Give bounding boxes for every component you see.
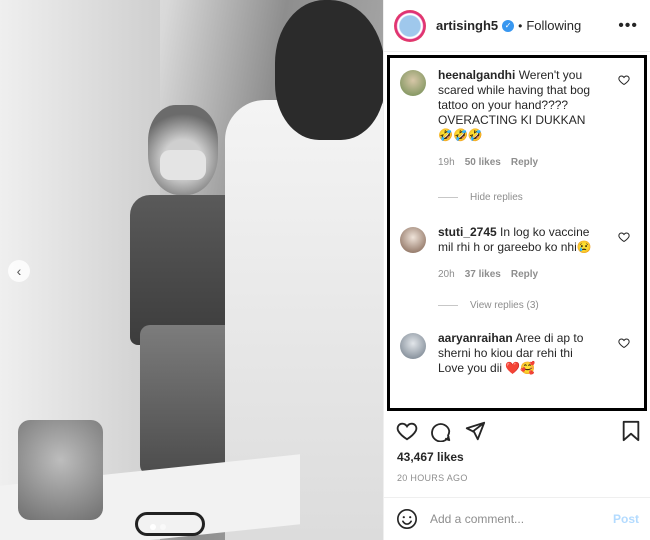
reply-button[interactable]: Reply xyxy=(511,267,538,282)
comments-list[interactable]: heenalgandhi Weren't you scared while ha… xyxy=(387,55,647,411)
reply-button[interactable]: Reply xyxy=(511,155,538,170)
following-button[interactable]: Following xyxy=(526,18,581,33)
like-comment-heart-icon[interactable] xyxy=(618,337,630,349)
author-username[interactable]: artisingh5 xyxy=(436,18,498,33)
commenter-avatar[interactable] xyxy=(400,227,426,253)
commenter-username[interactable]: heenalgandhi xyxy=(438,68,515,82)
commenter-username[interactable]: stuti_2745 xyxy=(438,225,497,239)
comment-meta: 19h 50 likes Reply xyxy=(438,155,598,170)
add-comment-bar: Post xyxy=(384,497,650,540)
commenter-avatar[interactable] xyxy=(400,333,426,359)
photo-jar xyxy=(18,420,103,520)
post-actions xyxy=(396,418,641,444)
like-comment-heart-icon[interactable] xyxy=(618,231,630,243)
post-header: artisingh5 ✓ • Following ••• xyxy=(384,0,650,52)
commenter-avatar[interactable] xyxy=(400,70,426,96)
like-comment-heart-icon[interactable] xyxy=(618,74,630,86)
comment-likes[interactable]: 50 likes xyxy=(465,155,501,170)
post-sidebar: artisingh5 ✓ • Following ••• heenalgandh… xyxy=(383,0,650,540)
view-replies-button[interactable]: View replies (3) xyxy=(438,300,644,311)
comment-likes[interactable]: 37 likes xyxy=(465,267,501,282)
comment-time[interactable]: 19h xyxy=(438,155,455,170)
replies-line xyxy=(438,197,458,198)
share-icon[interactable] xyxy=(464,420,486,442)
emoji-icon[interactable] xyxy=(396,508,418,530)
comment-body: stuti_2745 In log ko vaccine mil rhi h o… xyxy=(438,225,598,282)
comment-meta: 20h 37 likes Reply xyxy=(438,267,598,282)
photo-glasses xyxy=(135,512,205,536)
more-horizontal-icon[interactable]: ••• xyxy=(618,17,638,35)
likes-count[interactable]: 43,467 likes xyxy=(397,450,464,464)
carousel-dot xyxy=(160,524,166,530)
carousel-dots xyxy=(150,524,166,530)
comment-time[interactable]: 20h xyxy=(438,267,455,282)
post-comment-button[interactable]: Post xyxy=(613,512,639,526)
previous-photo-button[interactable]: ‹ xyxy=(8,260,30,282)
replies-label: Hide replies xyxy=(470,192,523,203)
chevron-left-icon: ‹ xyxy=(16,263,22,279)
header-separator: • xyxy=(518,18,523,33)
replies-label: View replies (3) xyxy=(470,300,539,311)
replies-line xyxy=(438,305,458,306)
author-avatar[interactable] xyxy=(394,9,426,42)
photo-nurse-hair xyxy=(275,0,383,140)
like-heart-icon[interactable] xyxy=(396,420,418,442)
comment-item: aaryanraihan Aree di ap to sherni ho kio… xyxy=(400,331,644,376)
comment-icon[interactable] xyxy=(430,420,452,442)
comment-input[interactable] xyxy=(430,512,613,526)
carousel-dot xyxy=(150,524,156,530)
comment-item: stuti_2745 In log ko vaccine mil rhi h o… xyxy=(400,225,644,282)
comment-body: heenalgandhi Weren't you scared while ha… xyxy=(438,68,598,170)
hide-replies-button[interactable]: Hide replies xyxy=(438,192,644,203)
verified-badge-icon: ✓ xyxy=(502,19,515,32)
comment-item: heenalgandhi Weren't you scared while ha… xyxy=(400,68,644,170)
post-timestamp[interactable]: 20 HOURS AGO xyxy=(397,473,468,483)
commenter-username[interactable]: aaryanraihan xyxy=(438,331,513,345)
save-bookmark-icon[interactable] xyxy=(621,420,641,442)
comment-body: aaryanraihan Aree di ap to sherni ho kio… xyxy=(438,331,598,376)
post-photo: ‹ xyxy=(0,0,383,540)
